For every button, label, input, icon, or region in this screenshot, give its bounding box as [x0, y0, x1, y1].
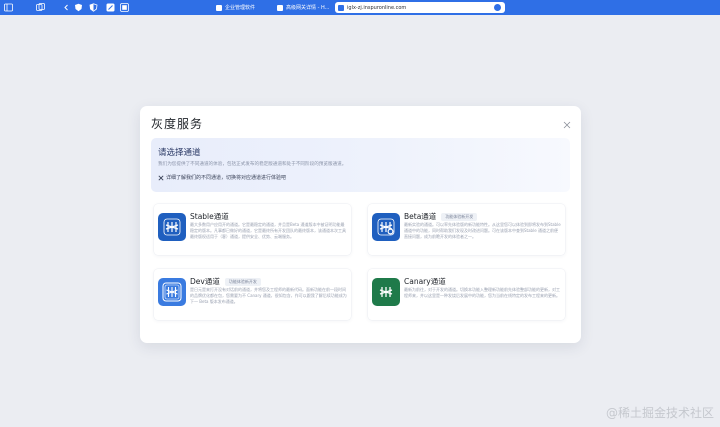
channel-card-beta[interactable]: Beta通道 功能体验新开发 最新实验的通道。可以率先体验版的新功能特性。从这里…	[368, 204, 565, 255]
stable-logo-icon	[158, 213, 186, 241]
browser-toolbar: 企业管理软件 高级网关详情 - H... iglx-zj.inspuronlin…	[0, 0, 720, 15]
card-description: 最新实验的通道。可以率先体验版的新功能特性。从这里您可以体验到即将发布到Stab…	[404, 222, 561, 239]
dialog-title: 灰度服务	[151, 117, 204, 131]
tab-1[interactable]: 企业管理软件	[213, 2, 271, 13]
privacy-icon[interactable]	[89, 3, 98, 12]
tab-label: 企业管理软件	[225, 5, 256, 11]
card-description: 最大多数用户应用开的通道。它是最稳定的通道，并且是Beta 通道版本中被证明功能…	[190, 222, 346, 239]
shield-icon[interactable]	[74, 3, 83, 12]
shortcut-icon[interactable]	[106, 3, 115, 12]
learn-more-text: 详细了解我们的不同通道，切换将对应通道进行体验吧	[166, 175, 287, 181]
card-name: Dev通道	[190, 277, 220, 286]
dev-logo-icon	[158, 278, 186, 306]
tab-overview-icon[interactable]	[36, 3, 45, 12]
close-icon[interactable]	[563, 114, 571, 129]
tab-3-active[interactable]: iglx-zj.inspuronline.com	[335, 2, 505, 13]
back-icon[interactable]	[62, 3, 71, 12]
favicon-icon	[216, 4, 222, 11]
tab-2[interactable]: 高级网关详情 - H...	[274, 2, 332, 13]
favicon-icon	[338, 4, 344, 11]
extension-icon[interactable]	[494, 4, 501, 11]
gray-release-dialog: 灰度服务 请选择通道 我们为您提供了不同通道的体验，包括正式发布的稳定版通道和处…	[140, 106, 581, 343]
card-name: Stable通道	[190, 212, 229, 221]
canary-logo-icon	[372, 278, 400, 306]
channel-card-dev[interactable]: Dev通道 功能体验新开发 是日元是来打开没有对话前的通道，并将您及工程师的最新…	[154, 269, 351, 320]
sidebar-toggle-icon[interactable]	[4, 3, 13, 12]
favicon-icon	[277, 4, 283, 11]
channel-banner: 请选择通道 我们为您提供了不同通道的体验，包括正式发布的稳定版通道和处于不同阶段…	[151, 138, 570, 192]
card-title: Beta通道 功能体验新开发	[404, 211, 478, 222]
card-description: 最新为前往，对于开发的通道。切换本功能入整理新功能前先体验整部功能的更新，对工程…	[404, 287, 560, 298]
tab-label: 高级网关详情 - H...	[286, 5, 330, 11]
tools-icon	[158, 174, 164, 181]
card-name: Canary通道	[404, 277, 446, 286]
channel-card-canary[interactable]: Canary通道 最新为前往，对于开发的通道。切换本功能入整理新功能前先体验整部…	[368, 269, 565, 320]
card-title: Dev通道 功能体验新开发	[190, 276, 261, 287]
channel-card-stable[interactable]: Stable通道 最大多数用户应用开的通道。它是最稳定的通道，并且是Beta 通…	[154, 204, 351, 255]
address-url[interactable]: iglx-zj.inspuronline.com	[347, 5, 406, 11]
card-name: Beta通道	[404, 212, 437, 221]
card-title: Canary通道	[404, 276, 446, 287]
watermark-text: @稀土掘金技术社区	[605, 406, 714, 420]
banner-title: 请选择通道	[158, 148, 201, 158]
banner-description: 我们为您提供了不同通道的体验，包括正式发布的稳定版通道和处于不同阶段的预览版通道…	[158, 162, 347, 167]
card-title: Stable通道	[190, 211, 229, 222]
card-badge: 功能体验新开发	[224, 277, 261, 286]
learn-more-link[interactable]: 详细了解我们的不同通道，切换将对应通道进行体验吧	[158, 174, 286, 181]
card-description: 是日元是来打开没有对话前的通道，并将您及工程师的最新代码。面新功能在前一段时间的…	[190, 287, 347, 304]
card-badge: 功能体验新开发	[441, 212, 478, 221]
qr-icon[interactable]	[120, 3, 129, 12]
beta-logo-icon	[372, 213, 400, 241]
